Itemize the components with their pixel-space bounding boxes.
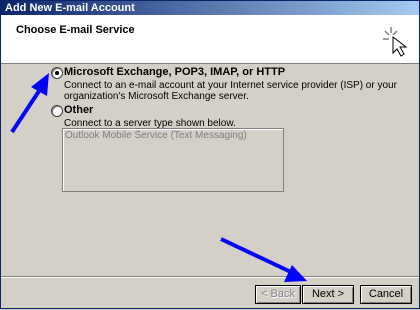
footer-divider: [1, 276, 419, 278]
exchange-radio[interactable]: [51, 67, 63, 79]
option-exchange[interactable]: Microsoft Exchange, POP3, IMAP, or HTTP …: [49, 66, 409, 107]
back-button[interactable]: < Back: [255, 285, 301, 304]
other-radio[interactable]: [51, 105, 63, 117]
exchange-description-line2: organization's Microsoft Exchange server…: [64, 91, 249, 102]
exchange-label[interactable]: Microsoft Exchange, POP3, IMAP, or HTTP: [64, 66, 285, 78]
window-title: Add New E-mail Account: [5, 2, 135, 14]
wizard-sparkle-icon: [383, 27, 408, 57]
add-email-account-dialog: Add New E-mail Account Choose E-mail Ser…: [0, 0, 420, 309]
page-heading: Choose E-mail Service: [16, 24, 135, 36]
option-other[interactable]: Other Connect to a server type shown bel…: [49, 104, 409, 129]
wizard-header: Choose E-mail Service: [1, 15, 419, 64]
server-type-list[interactable]: Outlook Mobile Service (Text Messaging): [62, 128, 284, 192]
cancel-button[interactable]: Cancel: [360, 285, 412, 304]
title-bar[interactable]: Add New E-mail Account: [1, 1, 419, 15]
list-item[interactable]: Outlook Mobile Service (Text Messaging): [65, 130, 247, 141]
next-button[interactable]: Next >: [302, 285, 354, 304]
other-label[interactable]: Other: [64, 104, 93, 116]
